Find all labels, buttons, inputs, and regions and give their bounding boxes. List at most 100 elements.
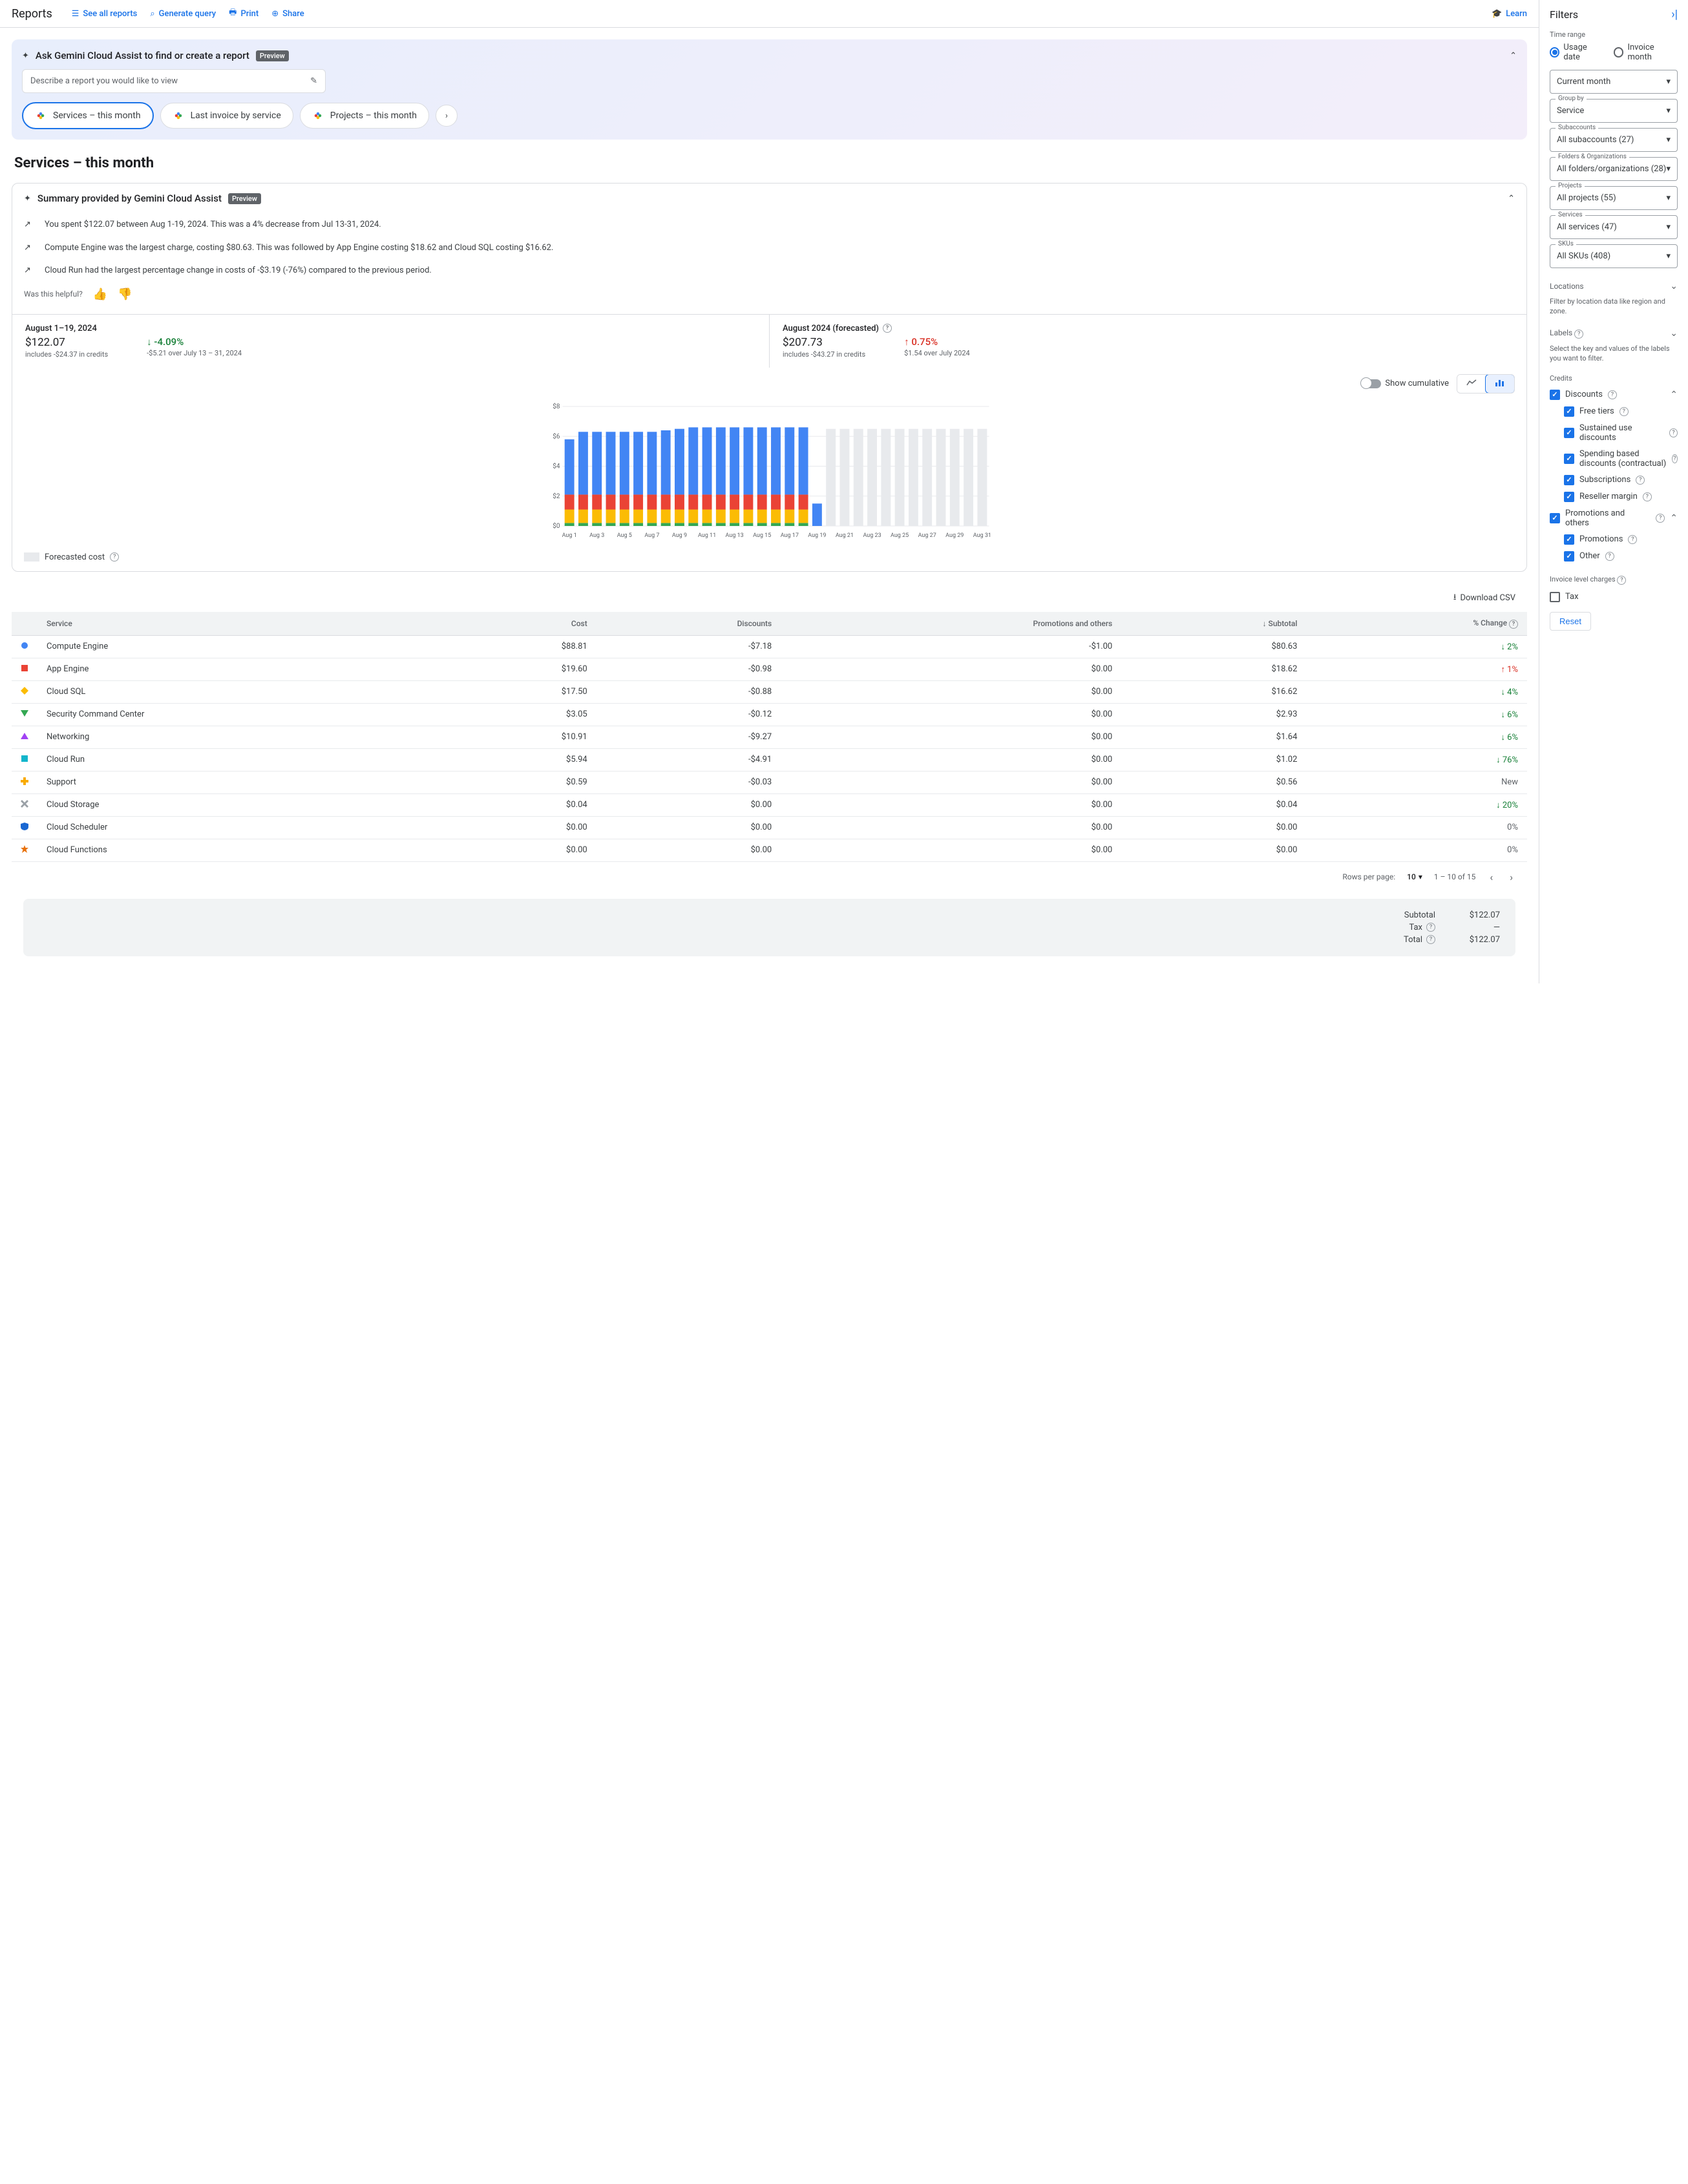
skus-select[interactable]: SKUs All SKUs (408) ▾ [1550,244,1678,268]
sustained-checkbox[interactable]: Sustained use discounts ? [1550,420,1678,446]
download-csv-button[interactable]: ⭳ Download CSV [1453,591,1515,605]
service-cell: Cloud Scheduler [37,816,443,839]
learn-link[interactable]: 🎓 Learn [1492,9,1527,19]
change-cell: ↓ 6% [1306,726,1527,748]
help-icon[interactable]: ? [1672,454,1678,463]
chevron-up-icon[interactable]: ⌃ [1670,513,1678,523]
checkbox-label: Promotions [1579,534,1623,544]
select-value: All folders/organizations (28) [1557,164,1666,174]
help-icon[interactable]: ? [883,324,892,333]
cost-cell: $0.04 [443,793,596,816]
discounts-checkbox[interactable]: Discounts ? ⌃ [1550,386,1678,403]
usage-date-radio[interactable]: Usage date [1550,43,1603,62]
help-icon[interactable]: ? [1617,576,1626,585]
help-icon[interactable]: ? [1608,390,1617,399]
reset-button[interactable]: Reset [1550,612,1591,631]
learn-label: Learn [1506,9,1527,19]
subtotal-label: Subtotal [1404,910,1435,920]
select-label: Projects [1556,182,1585,189]
subaccounts-select[interactable]: Subaccounts All subaccounts (27) ▾ [1550,128,1678,152]
help-icon[interactable]: ? [1669,428,1678,437]
free-tiers-checkbox[interactable]: Free tiers ? [1550,403,1678,420]
svg-text:$4: $4 [553,461,560,470]
cost-column[interactable]: Cost [443,612,596,636]
help-icon[interactable]: ? [1628,535,1637,544]
gemini-search-input[interactable]: Describe a report you would like to view… [22,69,326,93]
help-icon[interactable]: ? [1574,330,1583,339]
projects-select[interactable]: Projects All projects (55) ▾ [1550,186,1678,210]
credits-label: Credits [1550,374,1678,383]
help-icon[interactable]: ? [1619,407,1629,416]
promo-column[interactable]: Promotions and others [781,612,1121,636]
thumb-up-button[interactable]: 👍 [93,288,107,301]
chip-projects-this-month[interactable]: Projects – this month [300,103,429,129]
help-icon[interactable]: ? [1656,514,1665,523]
other-checkbox[interactable]: Other ? [1550,548,1678,565]
spending-checkbox[interactable]: Spending based discounts (contractual) ? [1550,446,1678,472]
share-link[interactable]: ⊕ Share [271,9,304,19]
help-icon[interactable]: ? [1605,552,1614,561]
table-row[interactable]: Networking $10.91 -$9.27 $0.00 $1.64 ↓ 6… [12,726,1527,748]
discounts-cell: -$0.88 [596,680,781,703]
chip-last-invoice[interactable]: Last invoice by service [160,103,293,129]
collapse-summary-button[interactable]: ⌃ [1508,194,1515,204]
checkbox-label: Sustained use discounts [1579,423,1664,443]
table-row[interactable]: Cloud Storage $0.04 $0.00 $0.00 $0.04 ↓ … [12,793,1527,816]
page-title: Reports [12,7,52,21]
table-row[interactable]: Security Command Center $3.05 -$0.12 $0.… [12,703,1527,726]
chip-next-button[interactable]: › [436,105,458,127]
help-icon[interactable]: ? [110,552,119,562]
invoice-month-radio[interactable]: Invoice month [1614,43,1678,62]
services-select[interactable]: Services All services (47) ▾ [1550,215,1678,239]
see-all-reports-link[interactable]: ☰ See all reports [72,9,138,19]
time-range-label: Time range [1550,30,1678,39]
table-row[interactable]: Support $0.59 -$0.03 $0.00 $0.56 New [12,771,1527,793]
promotions-checkbox[interactable]: Promotions ? [1550,531,1678,548]
change-column[interactable]: % Change ? [1306,612,1527,636]
line-chart-button[interactable] [1457,375,1486,393]
help-icon[interactable]: ? [1636,476,1645,485]
bar-chart-button[interactable] [1485,374,1515,394]
chip-services-this-month[interactable]: Services – this month [22,102,154,129]
date-range-select[interactable]: Current month ▾ [1550,70,1678,94]
cumulative-toggle[interactable]: Show cumulative [1362,379,1449,388]
subtotal-column[interactable]: ↓ Subtotal [1121,612,1306,636]
marker-cell [12,658,37,680]
table-row[interactable]: Cloud Functions $0.00 $0.00 $0.00 $0.00 … [12,839,1527,861]
svg-text:Aug 29: Aug 29 [945,532,964,539]
prev-page-button[interactable]: ‹ [1487,868,1495,886]
promotions-others-checkbox[interactable]: Promotions and others ? ⌃ [1550,505,1678,531]
subscriptions-checkbox[interactable]: Subscriptions ? [1550,472,1678,488]
thumb-down-button[interactable]: 👎 [118,288,132,301]
table-row[interactable]: Cloud SQL $17.50 -$0.88 $0.00 $16.62 ↓ 4… [12,680,1527,703]
locations-expander[interactable]: Locations ⌄ [1550,277,1678,295]
help-icon[interactable]: ? [1509,620,1518,629]
table-row[interactable]: Cloud Run $5.94 -$4.91 $0.00 $1.02 ↓ 76% [12,748,1527,771]
discounts-column[interactable]: Discounts [596,612,781,636]
radio-label: Invoice month [1627,43,1678,62]
generate-query-link[interactable]: ⌕ Generate query [150,9,216,19]
collapse-filters-button[interactable]: ›| [1671,8,1678,21]
forecast-legend: Forecasted cost ? [12,549,1526,571]
help-icon[interactable]: ? [1643,492,1652,501]
tax-checkbox[interactable]: Tax [1550,589,1678,605]
table-row[interactable]: Cloud Scheduler $0.00 $0.00 $0.00 $0.00 … [12,816,1527,839]
service-column[interactable]: Service [37,612,443,636]
reseller-checkbox[interactable]: Reseller margin ? [1550,488,1678,505]
rows-per-page-select[interactable]: 10 ▾ [1407,872,1422,881]
subtotal-cell: $0.04 [1121,793,1306,816]
chevron-up-icon[interactable]: ⌃ [1670,390,1678,400]
collapse-gemini-button[interactable]: ⌃ [1510,51,1517,61]
help-icon[interactable]: ? [1426,935,1435,944]
promo-cell: $0.00 [781,771,1121,793]
table-row[interactable]: Compute Engine $88.81 -$7.18 -$1.00 $80.… [12,635,1527,658]
folders-select[interactable]: Folders & Organizations All folders/orga… [1550,157,1678,181]
actual-cost-cell: August 1–19, 2024 $122.07 includes -$24.… [12,315,769,368]
next-page-button[interactable]: › [1507,868,1515,886]
print-link[interactable]: 🖶 Print [229,6,258,21]
help-icon[interactable]: ? [1426,923,1435,932]
labels-expander[interactable]: Labels ? ⌄ [1550,324,1678,342]
group-by-select[interactable]: Group by Service ▾ [1550,99,1678,123]
table-row[interactable]: App Engine $19.60 -$0.98 $0.00 $18.62 ↑ … [12,658,1527,680]
download-icon: ⭳ [1453,591,1457,605]
